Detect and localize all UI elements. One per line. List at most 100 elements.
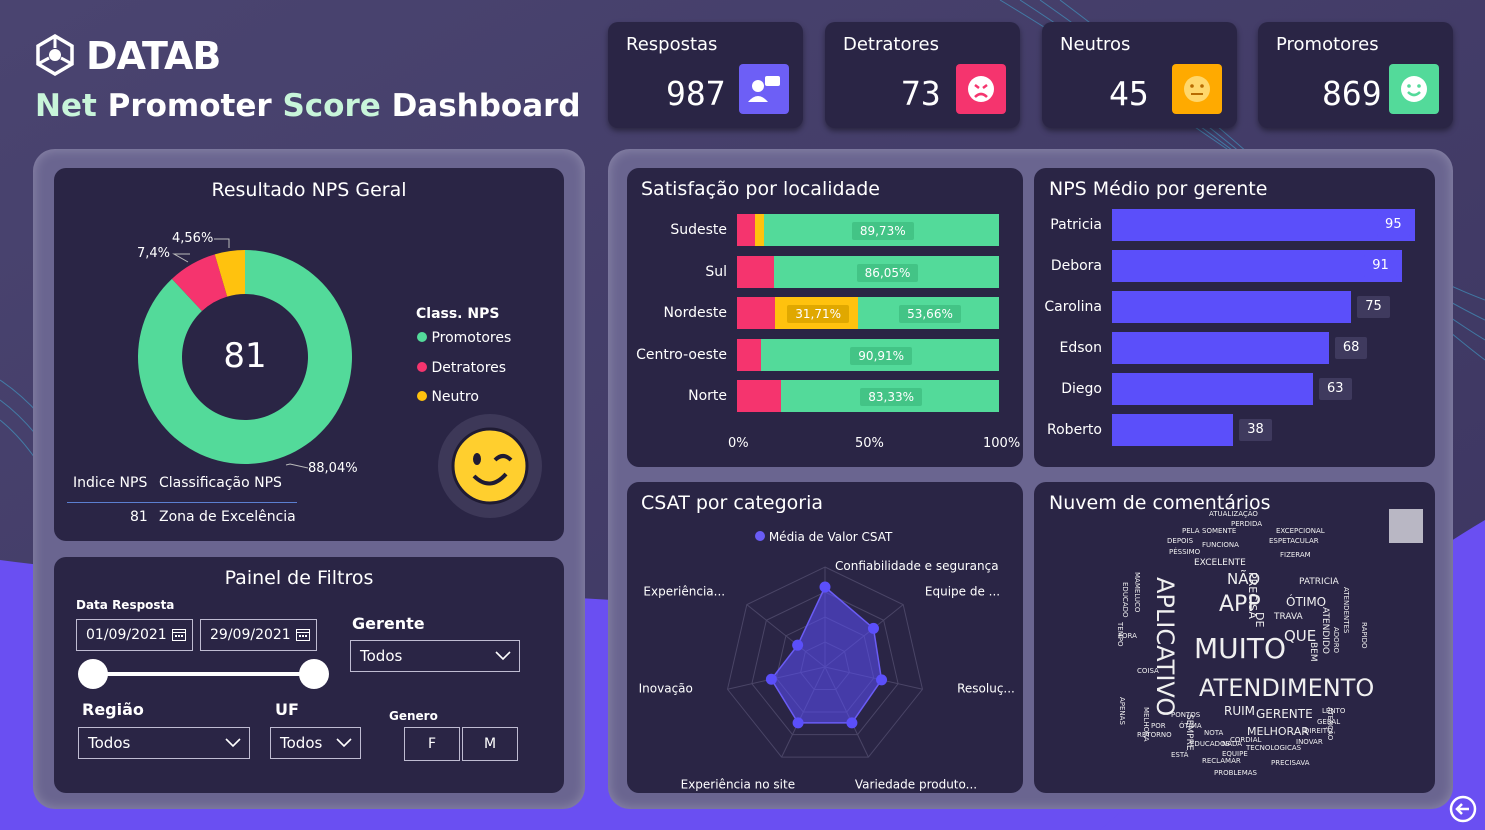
radar-label: Experiência no site [681, 778, 795, 792]
label-neutro-pct: 4,56% [172, 231, 214, 246]
locality-label: Nordeste [663, 305, 727, 321]
kpi-label: Neutros [1060, 34, 1131, 55]
leader-line [172, 253, 190, 263]
uf-value: Todos [280, 734, 323, 752]
radar-point [792, 717, 804, 729]
bar-segment-det [737, 214, 756, 246]
cloud-word: MAMELUCO [1133, 572, 1141, 613]
title-word-3: Score [282, 88, 381, 124]
genero-label: Genero [389, 709, 438, 723]
cloud-word: GERENTE [1256, 707, 1313, 721]
nps-table-cell-1: 81 [130, 509, 148, 525]
manager-bar [1112, 332, 1329, 364]
cloud-word: PROBLEMAS [1214, 769, 1257, 777]
cloud-word: ATENDIMENTO [1199, 674, 1375, 702]
neutral-face-icon [1172, 64, 1222, 114]
genero-f-button[interactable]: F [404, 727, 460, 761]
cloud-word: APLICATIVO [1151, 577, 1179, 717]
legend-label: Promotores [431, 330, 512, 346]
locality-label: Sudeste [670, 222, 727, 238]
bar-value-label: 90,91% [850, 346, 913, 365]
label-detratores-pct: 7,4% [137, 246, 171, 261]
bar-segment-det [737, 380, 781, 412]
cloud-word: FUNCIONA [1202, 541, 1239, 549]
bar-value-label: 31,71% [787, 305, 850, 323]
manager-bar [1112, 250, 1403, 282]
datab-logo-icon [36, 34, 74, 76]
date-slider-handle-end[interactable] [299, 659, 329, 689]
bar-segment-det [737, 338, 761, 371]
kpi-value: 987 [666, 74, 726, 113]
axis-tick: 0% [728, 436, 749, 451]
cloud-word: MELHORA [1142, 707, 1150, 742]
bar-value-label: 86,05% [856, 263, 919, 282]
cloud-word: DE [1253, 612, 1266, 628]
manager-bar [1112, 373, 1313, 405]
uf-select[interactable]: Todos [270, 727, 361, 759]
manager-value: 38 [1239, 419, 1272, 441]
calendar-icon[interactable] [296, 628, 310, 641]
cloud-word: POR [1151, 722, 1166, 730]
date-slider-handle-start[interactable] [78, 659, 108, 689]
radar-area [770, 585, 883, 724]
manager-bar [1112, 414, 1234, 446]
locality-label: Centro-oeste [636, 346, 727, 363]
bar-segment-det [737, 255, 774, 288]
filters-panel: Painel de Filtros Data Resposta 01/09/20… [54, 557, 564, 793]
radar-label: Experiência... [643, 584, 725, 598]
chevron-down-icon [225, 738, 241, 748]
date-end-input[interactable]: 29/09/2021 [200, 619, 317, 651]
cloud-word: NADA [1222, 740, 1243, 748]
cloud-word: RAPIDO [1360, 622, 1368, 649]
radar-point [867, 622, 879, 634]
manager-label: Carolina [1044, 299, 1102, 315]
cloud-word: ADORO [1332, 627, 1340, 654]
cloud-word: ATENDIDO [1320, 607, 1330, 654]
nps-table-header-1: Indice NPS [73, 475, 148, 491]
locality-panel: Satisfação por localidade Sudeste 89,73% S… [627, 168, 1023, 467]
nps-center-value: 81 [223, 336, 267, 376]
user-chat-icon [739, 64, 789, 114]
date-start-value: 01/09/2021 [86, 627, 167, 643]
bar-value-label: 83,33% [860, 388, 922, 406]
regiao-select[interactable]: Todos [78, 727, 250, 759]
manager-value: 68 [1334, 337, 1368, 359]
cloud-word: INOVAR [1296, 738, 1323, 746]
leader-line [285, 463, 309, 469]
manager-value: 75 [1357, 296, 1390, 318]
genero-m-button[interactable]: M [462, 727, 518, 761]
manager-value: 95 [1377, 214, 1410, 236]
bar-segment-det [737, 297, 776, 329]
nps-table-cell-2: Zona de Excelência [159, 509, 296, 525]
nps-table-header-2: Classificação NPS [159, 475, 282, 491]
kpi-detratores: Detratores 73 [825, 22, 1020, 128]
locality-panel-title: Satisfação por localidade [641, 178, 880, 200]
back-icon[interactable] [1449, 795, 1477, 823]
cloud-word: EXCEPCIONAL [1276, 527, 1325, 535]
leader-line [214, 238, 230, 248]
cloud-word: RUIM [1224, 704, 1256, 718]
radar-label: Equipe de ... [925, 584, 1000, 598]
cloud-word: ESTÁ [1171, 751, 1189, 759]
kpi-label: Detratores [843, 34, 939, 55]
word-cloud: ATENDIMENTO MUITO APLICATIVO APP NÃO QUE ÓTIMO… [1034, 482, 1435, 793]
cloud-word: PÉSSIMO [1169, 548, 1201, 556]
nps-panel: Resultado NPS Geral 81 7,4% 4,56% 88,04%… [54, 168, 564, 541]
calendar-icon[interactable] [172, 628, 186, 641]
chevron-down-icon [336, 738, 352, 748]
cloud-word: NOTA [1204, 729, 1224, 737]
kpi-value: 869 [1322, 74, 1382, 113]
locality-label: Sul [705, 263, 727, 280]
gerente-select[interactable]: Todos [350, 640, 520, 672]
cloud-word: FORA [1118, 632, 1137, 640]
manager-label: Patricia [1050, 217, 1102, 233]
manager-label: Debora [1050, 258, 1102, 274]
radar-label: Resoluç... [957, 682, 1015, 696]
date-slider-track[interactable] [92, 672, 314, 676]
cloud-word: COISA [1137, 667, 1159, 675]
date-start-input[interactable]: 01/09/2021 [76, 619, 193, 651]
radar-point [846, 717, 858, 729]
cloud-word: PATRICIA [1299, 577, 1339, 587]
cloud-word: SOMENTE [1202, 527, 1237, 535]
legend-label: Neutro [431, 389, 479, 405]
